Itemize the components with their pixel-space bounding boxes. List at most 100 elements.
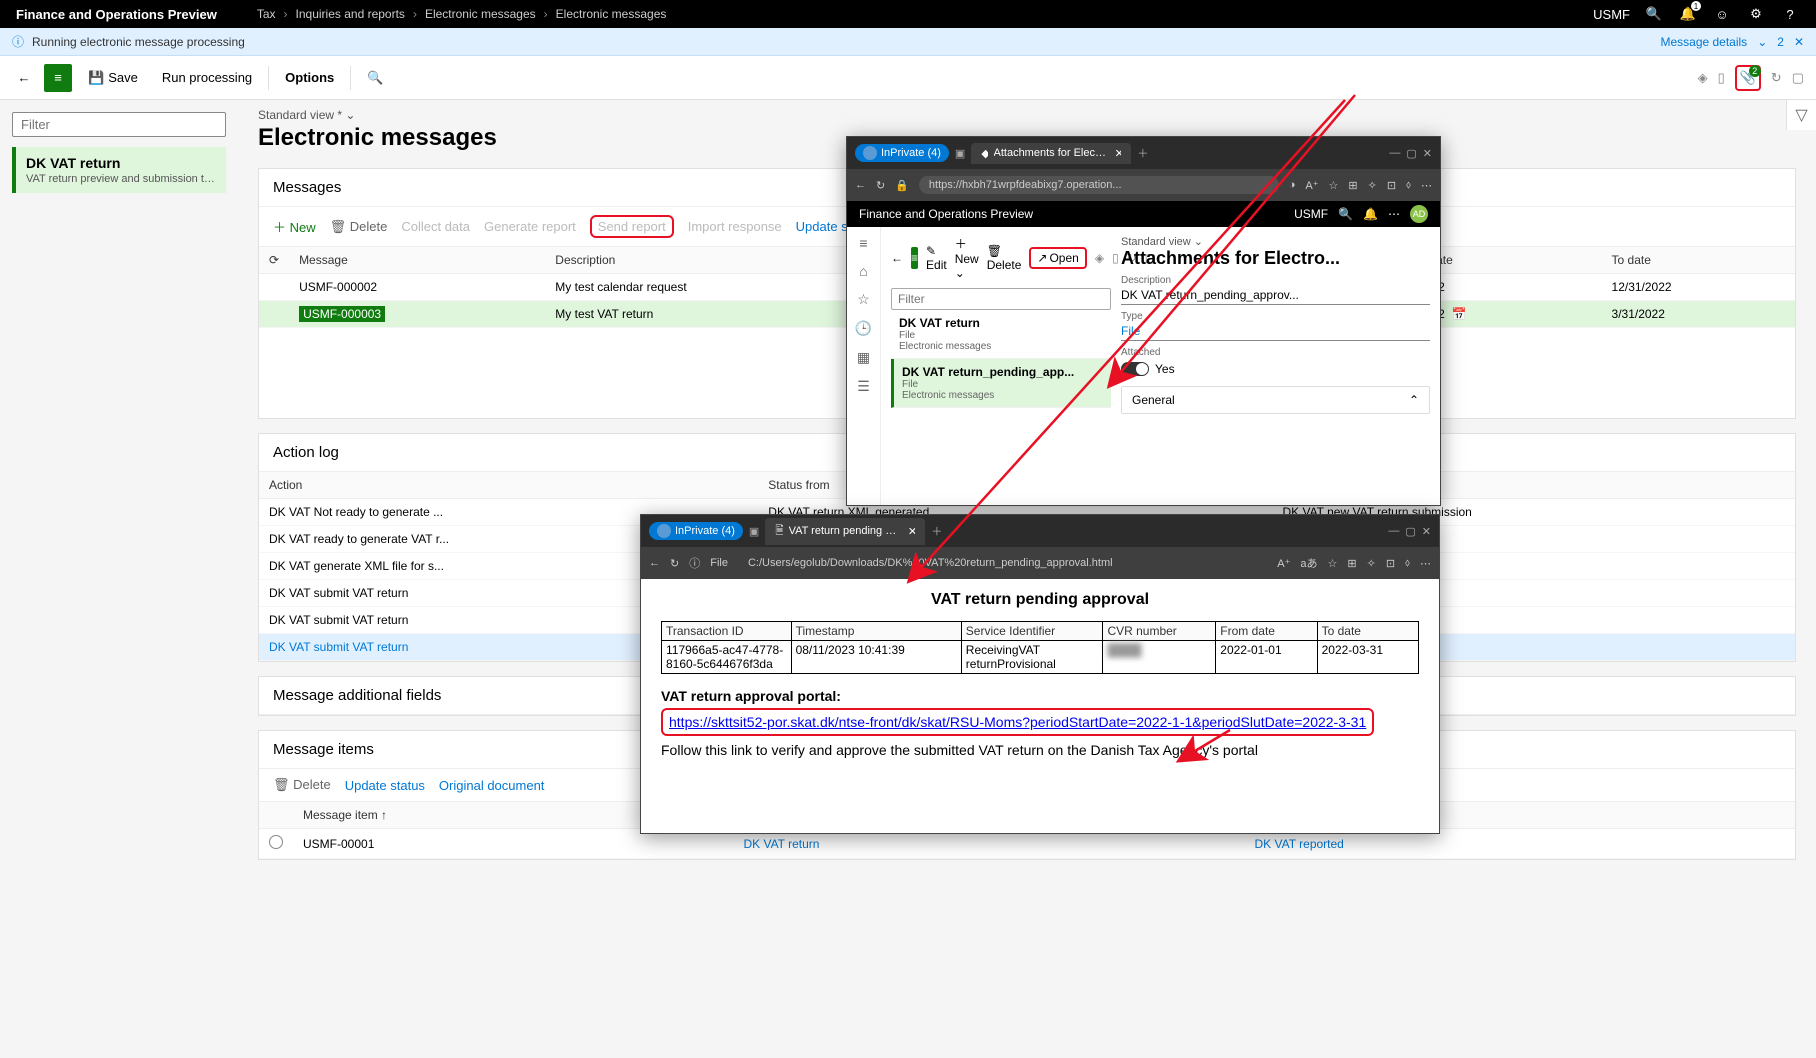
popout-icon[interactable]: ▢ <box>1792 70 1804 86</box>
more-icon[interactable]: ⋯ <box>1421 179 1432 192</box>
attached-toggle[interactable] <box>1121 362 1149 376</box>
new-tab-icon[interactable]: ＋ <box>931 523 942 539</box>
maximize-icon[interactable]: ▢ <box>1405 525 1415 538</box>
attachments-button[interactable]: 📎2 <box>1735 65 1761 91</box>
maximize-icon[interactable]: ▢ <box>1406 147 1416 160</box>
general-section[interactable]: General⌃ <box>1121 386 1430 414</box>
options-button[interactable]: Options <box>277 66 342 89</box>
vpn-icon[interactable]: ⬨ <box>1406 179 1411 192</box>
hamburger-icon[interactable]: ≡ <box>44 64 72 92</box>
col-message[interactable]: Message <box>289 247 545 274</box>
list-icon[interactable]: ☰ <box>857 378 870 395</box>
bell-icon[interactable]: 🔔 <box>1363 207 1378 221</box>
company-label[interactable]: USMF <box>1294 207 1328 221</box>
read-aloud-icon[interactable]: A⁺ <box>1305 179 1318 192</box>
col-to[interactable]: To date <box>1602 247 1795 274</box>
extensions-icon[interactable]: ⊡ <box>1387 179 1396 192</box>
refresh-icon[interactable]: ↻ <box>670 557 679 570</box>
collect-data-button[interactable]: Collect data <box>401 219 470 234</box>
close-icon[interactable]: ✕ <box>908 525 916 538</box>
back-icon[interactable]: ← <box>649 557 660 569</box>
browser-tab[interactable]: ◆Attachments for Electronic mess✕ <box>971 143 1131 164</box>
star-icon[interactable]: ☆ <box>857 291 870 308</box>
office-icon[interactable]: ▯ <box>1112 251 1119 265</box>
breadcrumb-item[interactable]: Inquiries and reports <box>296 7 405 21</box>
collections-icon[interactable]: ⊞ <box>1348 179 1357 192</box>
diamond-icon[interactable]: ◈ <box>1095 251 1104 265</box>
close-icon[interactable]: ✕ <box>1115 147 1122 160</box>
filter-input[interactable] <box>891 288 1111 310</box>
office-icon[interactable]: ▯ <box>1718 70 1725 86</box>
back-icon[interactable]: ← <box>855 179 866 191</box>
portal-link[interactable]: https://skttsit52-por.skat.dk/ntse-front… <box>669 714 1366 730</box>
favorite-icon[interactable]: ☆ <box>1328 557 1338 570</box>
new-button[interactable]: ＋ New <box>273 217 316 236</box>
breadcrumb-item[interactable]: Tax <box>257 7 276 21</box>
import-response-button[interactable]: Import response <box>688 219 782 234</box>
message-details-link[interactable]: Message details <box>1660 35 1747 49</box>
extensions-icon[interactable]: ⊡ <box>1386 557 1395 570</box>
refresh-icon[interactable]: ↻ <box>876 179 885 192</box>
original-document-button[interactable]: Original document <box>439 778 545 793</box>
run-processing-button[interactable]: Run processing <box>154 66 260 89</box>
description-value[interactable]: DK VAT return_pending_approv... <box>1121 286 1430 305</box>
infobar-close-icon[interactable]: ✕ <box>1794 35 1804 49</box>
bell-icon[interactable]: 🔔1 <box>1678 4 1698 24</box>
workspaces-icon[interactable]: ▣ <box>749 525 759 538</box>
diamond-icon[interactable]: ◈ <box>1698 70 1708 86</box>
search-icon[interactable]: 🔍 <box>1338 207 1353 221</box>
filter-input[interactable] <box>12 112 226 137</box>
back-icon[interactable]: ← <box>891 251 903 265</box>
breadcrumb-item[interactable]: Electronic messages <box>425 7 536 21</box>
favorites-bar-icon[interactable]: ✧ <box>1367 557 1376 570</box>
vpn-icon[interactable]: ⬨ <box>1405 557 1410 570</box>
delete-button[interactable]: 🗑 Delete <box>330 219 388 235</box>
back-icon[interactable]: ← <box>12 66 36 90</box>
search-icon[interactable]: 🔍 <box>359 66 391 90</box>
new-tab-icon[interactable]: ＋ <box>1137 145 1148 161</box>
list-item[interactable]: DK VAT return_pending_app... File Electr… <box>891 359 1111 408</box>
view-selector[interactable]: Standard view * ⌄ <box>258 108 1796 122</box>
edit-button[interactable]: ✎ Edit <box>926 244 947 272</box>
translate-icon[interactable]: aあ <box>1300 555 1317 571</box>
refresh-icon[interactable]: ↻ <box>1771 70 1782 86</box>
minimize-icon[interactable]: — <box>1388 525 1399 537</box>
company-label[interactable]: USMF <box>1593 7 1630 22</box>
address-bar[interactable]: https://hxbh71wrpfdeabixg7.operation... <box>919 176 1279 194</box>
delete-button[interactable]: 🗑 Delete <box>987 244 1022 272</box>
breadcrumb-item[interactable]: Electronic messages <box>556 7 667 21</box>
view-selector[interactable]: Standard view ⌄ <box>1121 235 1430 248</box>
collections-icon[interactable]: ⊞ <box>1347 557 1356 570</box>
send-report-button[interactable]: Send report <box>590 215 674 238</box>
filter-pane-icon[interactable]: ▽ <box>1786 100 1816 130</box>
search-icon[interactable]: 🔍 <box>1644 4 1664 24</box>
list-item[interactable]: DK VAT return File Electronic messages <box>891 310 1111 359</box>
save-button[interactable]: 💾Save <box>80 66 146 90</box>
refresh-icon[interactable]: ⟳ <box>259 247 289 274</box>
minimize-icon[interactable]: — <box>1389 147 1400 159</box>
favorite-icon[interactable]: ☆ <box>1329 179 1339 192</box>
browser-tab[interactable]: 🗎VAT return pending approval✕ <box>765 518 925 545</box>
hamburger-icon[interactable]: ≡ <box>859 235 867 251</box>
address-bar[interactable]: C:/Users/egolub/Downloads/DK%20VAT%20ret… <box>738 554 1267 572</box>
smile-icon[interactable]: ☺ <box>1712 4 1732 24</box>
close-icon[interactable]: ✕ <box>1422 525 1431 538</box>
copilot-icon[interactable]: ◑ <box>1289 179 1296 191</box>
infobar-chevron-icon[interactable]: ⌄ <box>1757 35 1767 49</box>
more-icon[interactable]: ⋯ <box>1388 207 1400 221</box>
hamburger-icon[interactable]: ≡ <box>911 247 918 269</box>
radio-icon[interactable] <box>269 835 283 849</box>
inprivate-badge[interactable]: InPrivate (4) <box>855 144 949 162</box>
open-button[interactable]: ↗ Open <box>1029 247 1086 269</box>
home-icon[interactable]: ⌂ <box>859 263 867 279</box>
help-icon[interactable]: ? <box>1780 4 1800 24</box>
generate-report-button[interactable]: Generate report <box>484 219 576 234</box>
gear-icon[interactable]: ⚙ <box>1746 4 1766 24</box>
clock-icon[interactable]: 🕒 <box>855 320 872 337</box>
avatar[interactable]: AD <box>1410 205 1428 223</box>
module-icon[interactable]: ▦ <box>857 349 870 366</box>
type-value[interactable]: File <box>1121 322 1430 341</box>
sidebar-item-dk-vat-return[interactable]: DK VAT return VAT return preview and sub… <box>12 147 226 193</box>
inprivate-badge[interactable]: InPrivate (4) <box>649 522 743 540</box>
update-status-button[interactable]: Update status <box>345 778 425 793</box>
